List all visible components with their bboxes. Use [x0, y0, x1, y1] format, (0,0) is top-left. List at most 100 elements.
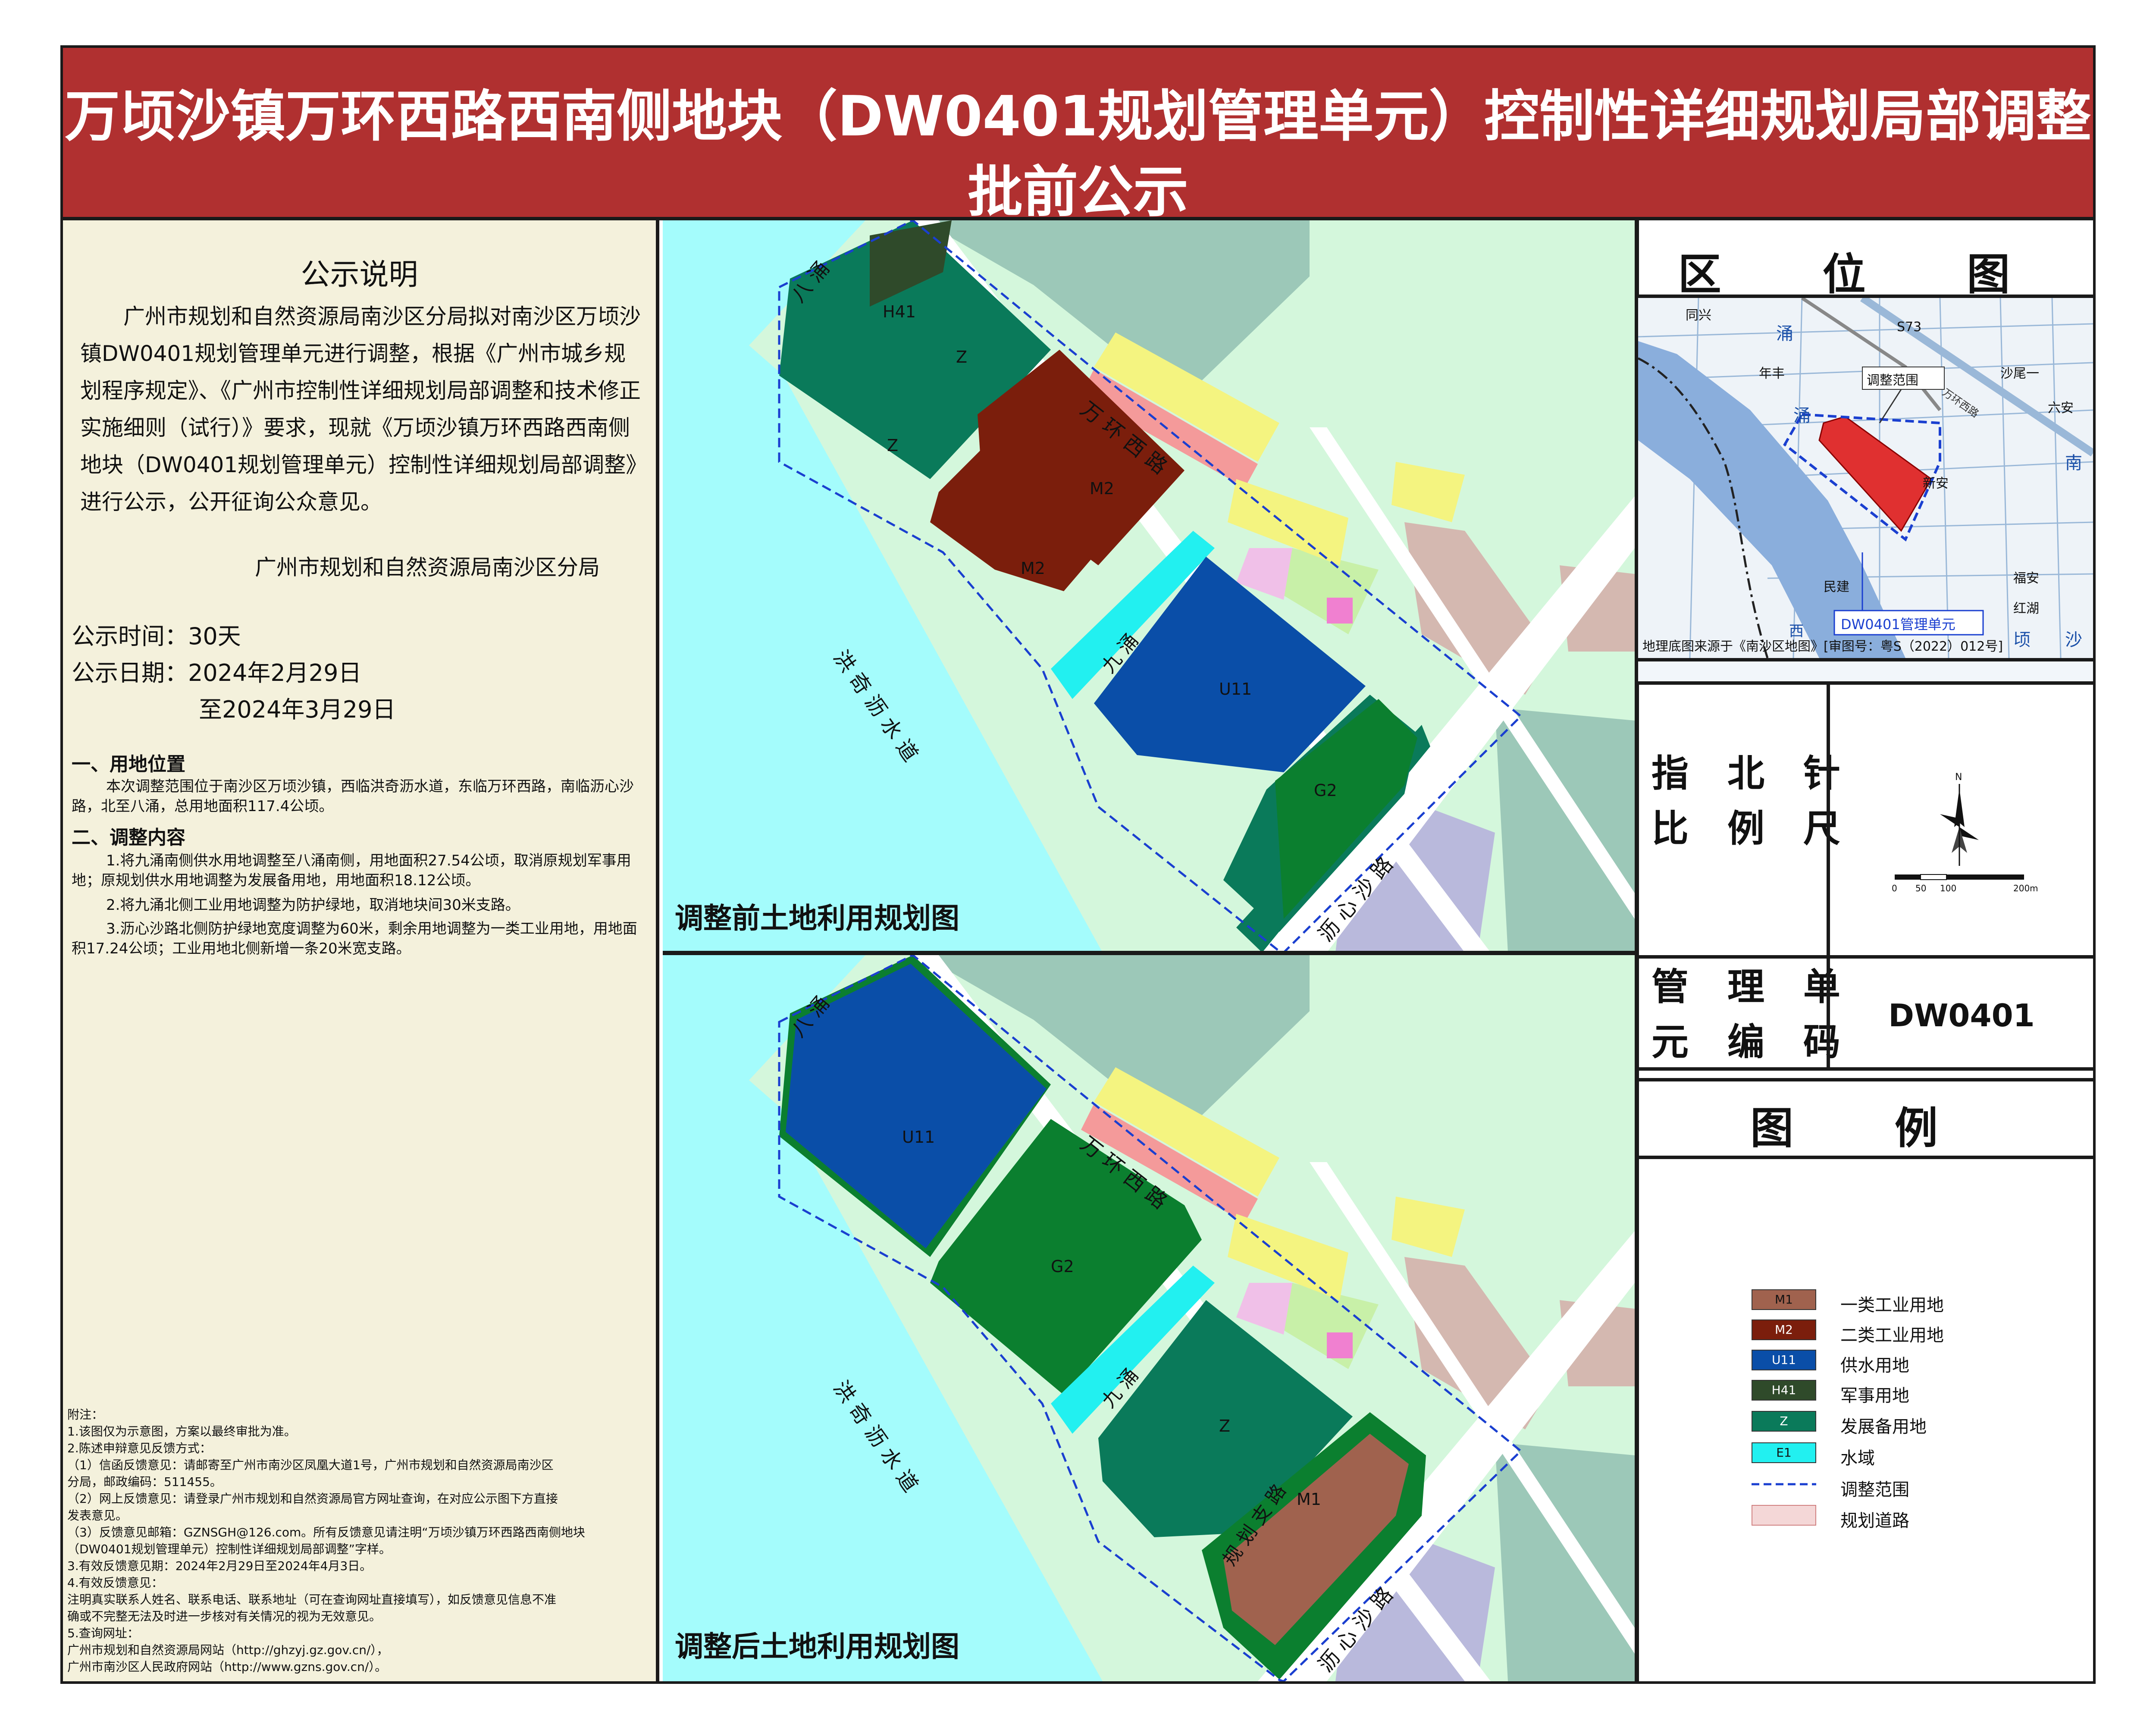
label-u11: U11: [1219, 680, 1252, 699]
label-m2: M2: [1090, 479, 1114, 498]
legend-swatch: H41: [1752, 1380, 1816, 1401]
rule: [1638, 955, 2093, 959]
place-label: 新安: [1923, 476, 1949, 491]
scale-label-line2: 比 例 尺: [1651, 807, 1853, 850]
label-z: Z: [1219, 1417, 1231, 1435]
label-h41: H41: [883, 302, 916, 321]
section1-title: 一、用地位置: [72, 753, 185, 775]
note-line: 分局，邮政编码：511455。: [67, 1475, 222, 1489]
note-line: 4.有效反馈意见：: [67, 1576, 163, 1590]
place-label: 红湖: [2013, 601, 2039, 616]
note-line: 1.该图仅为示意图，方案以最终审批为准。: [67, 1424, 296, 1439]
legend-label: 水域: [1840, 1448, 1875, 1468]
legend-label: 军事用地: [1840, 1386, 1909, 1406]
scale-tick: 100: [1940, 883, 1957, 893]
legend-swatch: [1752, 1474, 1816, 1495]
scale-bar: [1895, 874, 1921, 880]
map-divider: [663, 951, 1635, 955]
note-line: 5.查询网址：: [67, 1626, 139, 1640]
legend-label: 二类工业用地: [1840, 1326, 1944, 1345]
map-before-caption: 调整前土地利用规划图: [675, 902, 959, 935]
section1-text: 本次调整范围位于南沙区万顷沙镇，西临洪奇沥水道，东临万环西路，南临沥心沙路，北至…: [72, 778, 634, 815]
note-line: 3.有效反馈意见期：2024年2月29日至2024年4月3日。: [67, 1559, 372, 1573]
note-line: 广州市规划和自然资源局网站（http://ghzyj.gz.gov.cn/），: [67, 1643, 389, 1657]
compass-label-line1: 指 北 针: [1651, 752, 1853, 795]
legend-label: 一类工业用地: [1840, 1295, 1944, 1315]
place-label: S73: [1897, 320, 1922, 335]
section2-item: 1.将九涌南侧供水用地调整至八涌南侧，用地面积27.54公顷，取消原规划军事用地…: [72, 852, 631, 889]
note-line: 2.陈述申辩意见反馈方式：: [67, 1441, 212, 1455]
label-z: Z: [887, 436, 899, 455]
notice-body: 广州市规划和自然资源局南沙区分局拟对南沙区万顷沙镇DW0401规划管理单元进行调…: [80, 304, 641, 514]
note-line: （DW0401规划管理单元）控制性详细规划局部调整”字样。: [67, 1542, 392, 1556]
legend-swatch: Z: [1752, 1411, 1816, 1432]
legend-title: 图 例: [1750, 1103, 1981, 1153]
section2-item: 2.将九涌北侧工业用地调整为防护绿地，取消地块间30米支路。: [106, 896, 520, 914]
legend-swatch: U11: [1752, 1350, 1816, 1370]
place-label: 六安: [2048, 401, 2074, 416]
map-before: H41 Z Z M2 M2 U11 G2 万 环 西 路 沥 心 沙 路 洪 奇…: [663, 220, 1635, 953]
note-line: （2）网上反馈意见：请登录广州市规划和自然资源局官方网址查询，在对应公示图下方直…: [67, 1492, 558, 1506]
north-label: N: [1955, 772, 1962, 783]
legend-swatch: E1: [1752, 1442, 1816, 1463]
note-line: 广州市南沙区人民政府网站（http://www.gzns.gov.cn/）。: [67, 1660, 387, 1674]
rule: [1638, 658, 2093, 661]
place-label: 民建: [1824, 580, 1849, 595]
notice-department: 广州市规划和自然资源局南沙区分局: [255, 555, 600, 580]
place-label: 同兴: [1686, 308, 1711, 323]
unit-label-line2: 元 编 码: [1651, 1021, 1853, 1064]
basemap-source: 地理底图来源于《南沙区地图》[审图号：粤S（2022）012号]: [1642, 639, 2003, 654]
place-label: 年丰: [1759, 366, 1785, 381]
legend-swatch: M1: [1752, 1289, 1816, 1310]
place-label: 沙: [2065, 630, 2082, 650]
rule: [1827, 685, 1830, 955]
notice-panel: 公示说明 广州市规划和自然资源局南沙区分局拟对南沙区万顷沙镇DW0401规划管理…: [63, 220, 659, 1681]
section2-title: 二、调整内容: [72, 827, 185, 849]
place-label: 福安: [2013, 571, 2039, 586]
label-m2: M2: [1021, 559, 1045, 578]
notice-heading: 公示说明: [301, 258, 418, 292]
label-z: Z: [956, 348, 968, 367]
place-label: 涌: [1793, 406, 1811, 426]
map-after: U11 G2 Z M1 万 环 西 路 沥 心 沙 路 洪 奇 沥 水 道 八 …: [663, 955, 1635, 1681]
unit-label-line1: 管 理 单: [1651, 965, 1853, 1009]
place-label: 南: [2065, 453, 2082, 473]
section2-item: 3.沥心沙路北侧防护绿地宽度调整为60米，剩余用地调整为一类工业用地，用地面积1…: [72, 920, 637, 957]
notice-period: 公示时间：30天: [72, 623, 241, 650]
legend-label: 调整范围: [1840, 1480, 1909, 1500]
legend-label: 发展备用地: [1840, 1417, 1927, 1437]
scale-tick: 50: [1915, 883, 1927, 893]
label-u11: U11: [902, 1128, 935, 1147]
note-line: （1）信函反馈意见：请邮寄至广州市南沙区凤凰大道1号，广州市规划和自然资源局南沙…: [67, 1458, 554, 1472]
legend-label: 供水用地: [1840, 1356, 1909, 1376]
rule: [1638, 681, 2093, 685]
note-line: 发表意见。: [67, 1508, 128, 1523]
legend-swatch: M2: [1752, 1319, 1816, 1340]
title-line-2: 批前公示: [967, 160, 1188, 224]
note-line: 附注：: [67, 1407, 104, 1422]
rule: [1638, 1078, 2093, 1081]
notice-date-to: 至2024年3月29日: [199, 696, 396, 723]
unit-code-label: 管 理 单 元 编 码: [1651, 959, 1853, 1070]
rule: [1638, 295, 2093, 298]
title-line-1: 万顷沙镇万环西路西南侧地块（DW0401规划管理单元）控制性详细规划局部调整: [65, 85, 2091, 149]
scale-tick: 0: [1892, 883, 1897, 893]
note-line: 确或不完整无法及时进一步核对有关情况的视为无效意见。: [67, 1609, 382, 1623]
title-banner: 万顷沙镇万环西路西南侧地块（DW0401规划管理单元）控制性详细规划局部调整 批…: [63, 48, 2093, 224]
scale-tick: 200m: [2013, 883, 2038, 893]
rule: [1638, 1156, 2093, 1159]
location-map-title: 区 位 图: [1678, 249, 2053, 300]
place-label: 沙尾一: [2000, 366, 2039, 381]
unit-label: DW0401管理单元: [1841, 616, 1955, 633]
unit-code-value: DW0401: [1888, 997, 2035, 1034]
rule: [1638, 1067, 2093, 1071]
legend-swatch: [1752, 1505, 1816, 1526]
note-line: 注明真实联系人姓名、联系电话、联系地址（可在查询网址直接填写），如反馈意见信息不…: [67, 1592, 557, 1607]
place-label: 顷: [2013, 630, 2031, 650]
label-g2: G2: [1051, 1257, 1074, 1276]
location-map: 调整范围 DW0401管理单元 同兴 年丰 沙尾一 六安 新安 民建 福安 红湖…: [1638, 298, 2093, 658]
range-label: 调整范围: [1867, 373, 1918, 388]
notes-block: 附注： 1.该图仅为示意图，方案以最终审批为准。 2.陈述申辩意见反馈方式： （…: [67, 1406, 654, 1675]
note-line: （3）反馈意见邮箱：GZNSGH@126.com。所有反馈意见请注明“万顷沙镇万…: [67, 1525, 585, 1539]
label-m1: M1: [1297, 1490, 1321, 1509]
